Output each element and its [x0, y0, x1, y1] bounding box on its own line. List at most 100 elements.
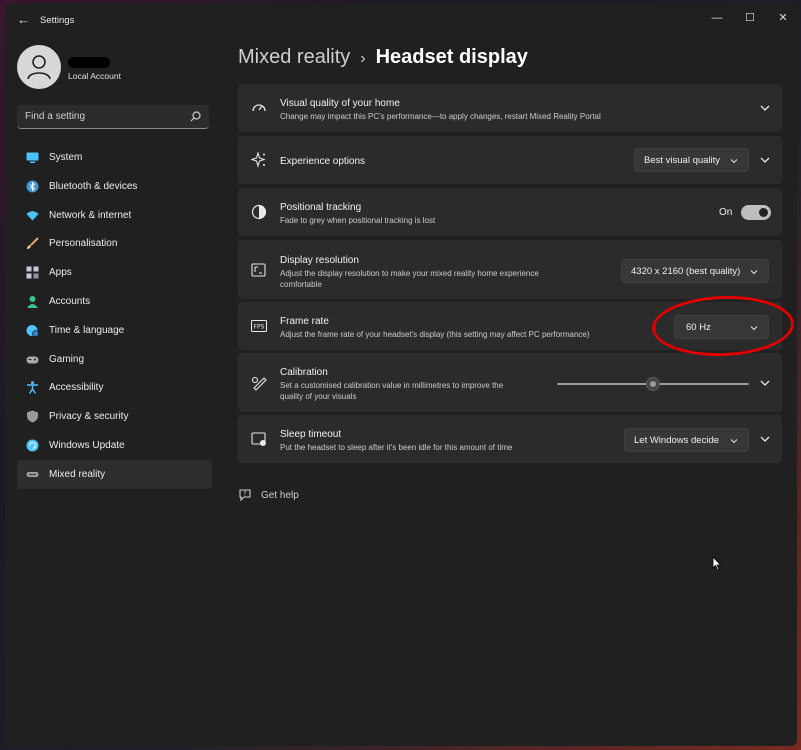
mouse-cursor-icon: [712, 556, 722, 571]
sleep-timeout-card[interactable]: Sleep timeout Put the headset to sleep a…: [238, 415, 782, 463]
card-subtitle: Adjust the frame rate of your headset's …: [280, 330, 590, 339]
settings-window: ← Settings — ☐ ✕ Local Account Find a se…: [5, 3, 797, 746]
sidebar-item-gaming[interactable]: Gaming: [17, 345, 212, 374]
chevron-down-icon: [750, 270, 758, 275]
sidebar-item-label: System: [49, 152, 83, 163]
chevron-down-icon: [730, 439, 738, 444]
gauge-icon: [252, 104, 266, 112]
shield-icon: [27, 410, 38, 423]
sidebar-item-label: Windows Update: [49, 439, 125, 451]
sidebar-item-label: Accessibility: [49, 382, 104, 394]
visual-quality-card[interactable]: Visual quality of your home Change may i…: [238, 84, 782, 132]
card-subtitle-line-1: Adjust the display resolution to make yo…: [280, 269, 539, 278]
sidebar-item-apps[interactable]: Apps: [17, 258, 212, 287]
card-subtitle-line-2: quality of your visuals: [280, 392, 357, 401]
chevron-down-icon: [730, 159, 738, 164]
sidebar-item-label: Bluetooth & devices: [49, 180, 138, 192]
profile-header[interactable]: Local Account: [17, 45, 217, 91]
sidebar-item-label: Accounts: [49, 295, 91, 307]
calibration-slider-thumb[interactable]: [646, 377, 660, 391]
minimize-button[interactable]: —: [702, 7, 732, 29]
get-help-label: Get help: [261, 490, 299, 501]
card-title: Sleep timeout: [280, 429, 342, 440]
app-title: Settings: [40, 15, 75, 26]
monitor-icon: [26, 152, 39, 163]
experience-dropdown[interactable]: Best visual quality: [634, 148, 749, 172]
sidebar-item-system[interactable]: System: [17, 143, 212, 172]
sidebar-item-label: Gaming: [49, 353, 85, 365]
dropdown-value: Best visual quality: [644, 155, 721, 166]
title-bar: ← Settings — ☐ ✕: [5, 3, 797, 37]
brush-icon: [27, 237, 39, 250]
dropdown-value: Let Windows decide: [634, 435, 720, 446]
sidebar-item-accessibility[interactable]: Accessibility: [17, 373, 212, 402]
chevron-down-icon[interactable]: [760, 103, 770, 113]
gamepad-icon: [26, 356, 39, 364]
sidebar-item-mixed-reality[interactable]: Mixed reality: [17, 459, 212, 489]
calibration-card[interactable]: Calibration Set a customised calibration…: [238, 353, 782, 412]
sleep-icon: [251, 432, 266, 446]
sidebar-item-windows-update[interactable]: Windows Update: [17, 431, 212, 460]
breadcrumb-separator: ›: [360, 50, 366, 67]
person-icon: [27, 55, 51, 80]
sidebar-item-label: Personalisation: [49, 238, 118, 250]
maximize-button[interactable]: ☐: [735, 7, 765, 29]
search-box[interactable]: Find a setting: [17, 105, 209, 129]
resolution-dropdown[interactable]: 4320 x 2160 (best quality): [621, 259, 769, 283]
card-subtitle: Change may impact this PC's performance—…: [280, 112, 601, 121]
sidebar-item-accounts[interactable]: Accounts: [17, 287, 212, 316]
apps-icon: [26, 266, 39, 279]
person-icon: [27, 295, 38, 308]
sidebar-item-network[interactable]: Network & internet: [17, 201, 212, 230]
sidebar-item-time-language[interactable]: Time & language: [17, 316, 212, 345]
dropdown-value: 4320 x 2160 (best quality): [631, 266, 741, 277]
update-icon: [26, 439, 39, 452]
sparkle-icon: [251, 152, 266, 168]
toggle-knob: [759, 208, 768, 217]
card-subtitle-line-2: comfortable: [280, 280, 322, 289]
chevron-down-icon[interactable]: [760, 155, 770, 165]
card-subtitle: Put the headset to sleep after it's been…: [280, 443, 513, 452]
breadcrumb-parent[interactable]: Mixed reality: [238, 46, 350, 68]
card-title: Display resolution: [280, 255, 359, 266]
card-title: Experience options: [280, 156, 366, 167]
account-type: Local Account: [68, 71, 121, 81]
card-subtitle: Fade to grey when positional tracking is…: [280, 216, 436, 225]
card-title: Visual quality of your home: [280, 98, 400, 109]
accessibility-icon: [27, 381, 38, 395]
sidebar-item-privacy[interactable]: Privacy & security: [17, 402, 212, 431]
resolution-icon: [251, 263, 266, 277]
card-subtitle-line-1: Set a customised calibration value in mi…: [280, 381, 504, 390]
redacted-name: [68, 57, 110, 68]
toggle-state-label: On: [719, 207, 733, 218]
chevron-down-icon[interactable]: [760, 434, 770, 444]
wifi-icon: [26, 210, 39, 221]
chevron-down-icon[interactable]: [760, 378, 770, 388]
sidebar-item-bluetooth[interactable]: Bluetooth & devices: [17, 172, 212, 201]
sidebar-item-label: Time & language: [49, 324, 125, 336]
svg-text:?: ?: [243, 491, 246, 498]
positional-tracking-card: Positional tracking Fade to grey when po…: [238, 188, 782, 236]
positional-tracking-toggle[interactable]: [741, 205, 771, 220]
svg-text:FPS: FPS: [254, 324, 265, 331]
search-input[interactable]: Find a setting: [25, 111, 85, 122]
breadcrumb: Mixed reality › Headset display: [238, 46, 528, 69]
sleep-timeout-dropdown[interactable]: Let Windows decide: [624, 428, 749, 452]
sidebar-item-label: Privacy & security: [49, 411, 129, 423]
fps-icon: FPS: [251, 319, 267, 333]
search-icon: [190, 111, 201, 122]
bluetooth-icon: [26, 180, 39, 193]
headset-icon: [26, 471, 39, 477]
back-arrow-icon[interactable]: ←: [17, 13, 31, 27]
display-resolution-card: Display resolution Adjust the display re…: [238, 240, 782, 299]
ruler-icon: [251, 376, 267, 391]
card-title: Calibration: [280, 367, 328, 378]
sidebar-item-label: Apps: [49, 267, 72, 279]
page-title: Headset display: [375, 46, 528, 68]
sidebar-item-label: Mixed reality: [49, 468, 106, 480]
sidebar-item-personalisation[interactable]: Personalisation: [17, 229, 212, 258]
experience-options-card[interactable]: Experience options Best visual quality: [238, 136, 782, 184]
globe-clock-icon: [26, 324, 39, 337]
sidebar-item-label: Network & internet: [49, 209, 132, 221]
close-button[interactable]: ✕: [768, 7, 797, 29]
